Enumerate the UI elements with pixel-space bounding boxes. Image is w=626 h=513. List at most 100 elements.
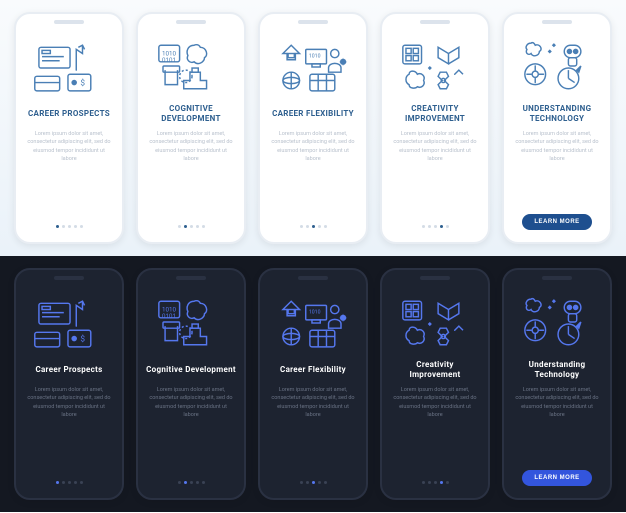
dark-theme-row: Career Prospects Lorem ipsum dolor sit am… [0,256,626,512]
pagination-dot[interactable] [62,225,65,228]
pagination-dot[interactable] [422,481,425,484]
pagination-dot[interactable] [318,225,321,228]
slide-title: CREATIVITY IMPROVEMENT [390,104,480,124]
pagination-dots[interactable] [178,481,205,484]
creativity-improvement-icon [390,292,480,354]
phone-notch [298,276,328,280]
pagination-dot[interactable] [56,225,59,228]
pagination-dot[interactable] [434,481,437,484]
understanding-technology-icon [512,36,602,98]
pagination-dot[interactable] [446,481,449,484]
pagination-dot[interactable] [300,481,303,484]
pagination-dot[interactable] [324,481,327,484]
cognitive-development-icon [146,292,236,354]
pagination-dot[interactable] [446,225,449,228]
light-theme-row: CAREER PROSPECTS Lorem ipsum dolor sit am… [0,0,626,256]
career-flexibility-icon [268,36,358,98]
slide-body-text: Lorem ipsum dolor sit amet, consectetur … [268,130,358,178]
phone-notch [542,276,572,280]
slide-body-text: Lorem ipsum dolor sit amet, consectetur … [24,386,114,434]
pagination-dots[interactable] [56,225,83,228]
pagination-dot[interactable] [306,481,309,484]
pagination-dot[interactable] [184,481,187,484]
onboarding-screen-understanding-technology: UNDERSTANDING TECHNOLOGY Lorem ipsum dolo… [502,12,612,244]
slide-title: COGNITIVE DEVELOPMENT [146,104,236,124]
pagination-dot[interactable] [178,225,181,228]
slide-title: Career Flexibility [280,360,346,380]
slide-body-text: Lorem ipsum dolor sit amet, consectetur … [390,130,480,178]
pagination-dots[interactable] [422,481,449,484]
learn-more-button[interactable]: LEARN MORE [522,214,591,230]
pagination-dot[interactable] [202,225,205,228]
pagination-dot[interactable] [56,481,59,484]
slide-body-text: Lorem ipsum dolor sit amet, consectetur … [268,386,358,434]
pagination-dot[interactable] [434,225,437,228]
phone-notch [176,20,206,24]
pagination-dot[interactable] [300,225,303,228]
slide-body-text: Lorem ipsum dolor sit amet, consectetur … [146,386,236,434]
pagination-dot[interactable] [68,225,71,228]
slide-body-text: Lorem ipsum dolor sit amet, consectetur … [390,386,480,434]
phone-notch [176,276,206,280]
pagination-dot[interactable] [428,225,431,228]
cognitive-development-icon [146,36,236,98]
onboarding-screen-career-flexibility: Career Flexibility Lorem ipsum dolor sit … [258,268,368,500]
onboarding-screen-understanding-technology: Understanding Technology Lorem ipsum dolo… [502,268,612,500]
pagination-dot[interactable] [440,481,443,484]
slide-body-text: Lorem ipsum dolor sit amet, consectetur … [146,130,236,178]
slide-body-text: Lorem ipsum dolor sit amet, consectetur … [512,130,602,178]
pagination-dot[interactable] [80,225,83,228]
slide-title: Creativity Improvement [390,360,480,380]
pagination-dots[interactable] [178,225,205,228]
phone-notch [542,20,572,24]
career-prospects-icon [24,292,114,354]
pagination-dot[interactable] [178,481,181,484]
pagination-dot[interactable] [190,225,193,228]
phone-notch [54,276,84,280]
phone-notch [420,20,450,24]
pagination-dot[interactable] [422,225,425,228]
pagination-dot[interactable] [312,481,315,484]
slide-title: Career Prospects [35,360,102,380]
pagination-dot[interactable] [74,225,77,228]
pagination-dot[interactable] [324,225,327,228]
pagination-dot[interactable] [80,481,83,484]
slide-body-text: Lorem ipsum dolor sit amet, consectetur … [24,130,114,178]
pagination-dot[interactable] [68,481,71,484]
pagination-dot[interactable] [440,225,443,228]
pagination-dot[interactable] [312,225,315,228]
pagination-dot[interactable] [190,481,193,484]
slide-title: Cognitive Development [146,360,236,380]
pagination-dot[interactable] [428,481,431,484]
onboarding-screen-cognitive-development: COGNITIVE DEVELOPMENT Lorem ipsum dolor s… [136,12,246,244]
onboarding-screen-career-prospects: Career Prospects Lorem ipsum dolor sit am… [14,268,124,500]
pagination-dots[interactable] [422,225,449,228]
onboarding-screen-career-prospects: CAREER PROSPECTS Lorem ipsum dolor sit am… [14,12,124,244]
pagination-dot[interactable] [196,481,199,484]
pagination-dot[interactable] [184,225,187,228]
pagination-dot[interactable] [62,481,65,484]
pagination-dots[interactable] [56,481,83,484]
pagination-dot[interactable] [306,225,309,228]
learn-more-button[interactable]: LEARN MORE [522,470,591,486]
slide-body-text: Lorem ipsum dolor sit amet, consectetur … [512,386,602,434]
pagination-dots[interactable] [300,481,327,484]
career-flexibility-icon [268,292,358,354]
slide-title: UNDERSTANDING TECHNOLOGY [512,104,602,124]
slide-title: Understanding Technology [512,360,602,380]
creativity-improvement-icon [390,36,480,98]
slide-title: CAREER PROSPECTS [28,104,110,124]
onboarding-screen-creativity-improvement: CREATIVITY IMPROVEMENT Lorem ipsum dolor … [380,12,490,244]
pagination-dot[interactable] [74,481,77,484]
slide-title: CAREER FLEXIBILITY [272,104,354,124]
onboarding-screen-creativity-improvement: Creativity Improvement Lorem ipsum dolor … [380,268,490,500]
phone-notch [420,276,450,280]
pagination-dot[interactable] [318,481,321,484]
phone-notch [298,20,328,24]
pagination-dot[interactable] [196,225,199,228]
understanding-technology-icon [512,292,602,354]
pagination-dots[interactable] [300,225,327,228]
pagination-dot[interactable] [202,481,205,484]
phone-notch [54,20,84,24]
onboarding-screen-cognitive-development: Cognitive Development Lorem ipsum dolor s… [136,268,246,500]
